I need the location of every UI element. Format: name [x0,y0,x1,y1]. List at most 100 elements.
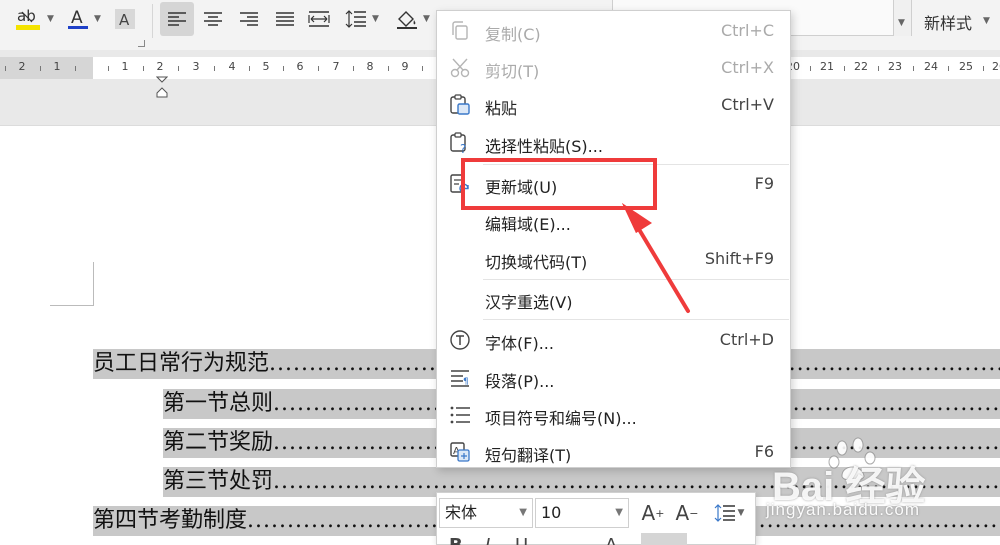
menu-item-paste-special[interactable]: ? 选择性粘贴(S)... [437,125,790,161]
ruler-number: 3 [192,60,200,73]
menu-item-label: 短句翻译(T) [485,446,572,465]
annotation-arrow-icon [622,203,690,313]
menu-item-label: 编辑域(E)... [485,215,571,234]
font-size-select[interactable]: 10 ▼ [535,498,629,528]
copy-icon [452,21,468,40]
new-style-caret-icon[interactable]: ▼ [983,16,990,26]
align-left-icon[interactable] [641,533,687,545]
menu-item-shortcut: Ctrl+D [719,330,774,349]
mini-toolbar-second-row: B I U A [437,533,755,545]
chevron-down-icon: ▼ [737,508,745,518]
font-color-button[interactable]: A [62,0,94,38]
italic-icon[interactable]: I [485,535,490,545]
svg-text:¶: ¶ [463,377,469,387]
ruler-number: 26 [992,60,1000,73]
font-name-select[interactable]: 宋体 ▼ [439,498,533,528]
plus-icon: + [655,506,665,520]
char-shading-icon: A [115,9,135,29]
ruler-tick [422,66,423,71]
text-highlight-icon: ab [16,7,40,30]
menu-item-shortcut: Ctrl+X [721,58,774,77]
mini-line-spacing-button[interactable]: ▼ [709,499,749,527]
font-color-caret-icon[interactable]: ▼ [94,14,101,24]
toc-entry-title: 第四节考勤制度 [93,508,248,533]
ruler-number: 1 [121,60,129,73]
ruler-number: 2 [18,60,26,73]
shrink-font-button[interactable]: A − [673,499,701,527]
font-size-value: 10 [541,503,562,522]
grow-font-button[interactable]: A + [639,499,667,527]
align-center-button[interactable] [198,0,228,38]
chevron-down-icon: ▼ [519,507,527,518]
menu-item-bullets-numbering[interactable]: 项目符号和编号(N)... [437,397,790,433]
menu-item-label: 段落(P)... [485,372,555,391]
shading-fill-button[interactable] [392,0,422,38]
line-spacing-icon [714,504,735,522]
font-icon [450,330,470,350]
gallery-more-icon[interactable]: ▼ [898,18,905,28]
bold-icon[interactable]: B [449,535,463,545]
ruler-number: 1 [53,60,61,73]
ruler-tick [388,66,389,71]
chevron-down-icon: ▼ [615,507,623,518]
ruler-tick [913,66,914,71]
watermark-url: jingyan.baidu.com [766,500,921,519]
ruler-number: 9 [401,60,409,73]
svg-text:A: A [119,11,130,29]
shading-caret-icon[interactable]: ▼ [423,14,430,24]
strikethrough-highlight-button[interactable]: ab [12,0,46,38]
highlight-caret-icon[interactable]: ▼ [47,14,54,24]
font-group-launcher-icon[interactable] [138,40,145,47]
translate-icon: A [450,442,470,462]
page-corner-mark [50,262,94,306]
toc-entry-title: 第二节奖励 [163,430,274,455]
menu-item-sentence-translate[interactable]: A 短句翻译(T) F6 [437,434,790,470]
menu-item-label: 字体(F)... [485,334,554,353]
svg-text:?: ? [460,142,466,154]
distributed-align-icon [308,11,330,27]
paragraph-icon: ¶ [451,370,469,387]
menu-item-shortcut: F9 [754,174,774,193]
bullet-list-icon [450,406,470,424]
font-color-icon[interactable]: A [605,535,617,545]
font-color-icon: A [68,8,88,29]
menu-item-copy[interactable]: 复制(C) Ctrl+C [437,13,790,49]
ruler-tick [108,66,109,71]
style-gallery-scrollbar[interactable]: ▼ [893,0,911,36]
shrink-font-icon: A [675,501,690,525]
paste-icon [450,94,470,115]
toc-entry-title: 第三节处罚 [163,469,274,494]
line-spacing-button[interactable] [340,0,372,38]
justify-icon [276,12,294,26]
menu-item-cut[interactable]: 剪切(T) Ctrl+X [437,50,790,86]
char-shading-button[interactable]: A [110,0,140,38]
menu-item-paste[interactable]: 粘贴 Ctrl+V [437,87,790,123]
align-right-button[interactable] [234,0,264,38]
toc-entry-title: 员工日常行为规范 [93,351,270,376]
menu-item-shortcut: Shift+F9 [704,249,774,268]
ruler-tick [810,66,811,71]
ruler-tick [143,66,144,71]
ribbon-separator [152,4,153,38]
ruler-number: 6 [296,60,304,73]
ruler-tick [214,66,215,71]
align-left-button[interactable] [160,2,194,36]
underline-icon[interactable]: U [515,535,528,545]
indent-marker-icon[interactable] [156,76,168,98]
align-center-icon [204,12,222,26]
new-style-button[interactable]: 新样式 [924,10,972,34]
menu-item-font[interactable]: 字体(F)... Ctrl+D [437,322,790,358]
menu-item-label: 粘贴 [485,99,518,118]
ruler-number: 4 [228,60,236,73]
distributed-align-button[interactable] [304,0,334,38]
justify-button[interactable] [270,0,300,38]
line-spacing-icon [345,10,366,28]
ruler-tick [283,66,284,71]
ruler-tick [40,66,41,71]
menu-item-label: 切换域代码(T) [485,253,588,272]
menu-item-label: 项目符号和编号(N)... [485,409,637,428]
ruler-tick [75,66,76,71]
align-right-icon [240,12,258,26]
menu-item-paragraph[interactable]: ¶ 段落(P)... [437,360,790,396]
line-spacing-caret-icon[interactable]: ▼ [372,14,379,24]
